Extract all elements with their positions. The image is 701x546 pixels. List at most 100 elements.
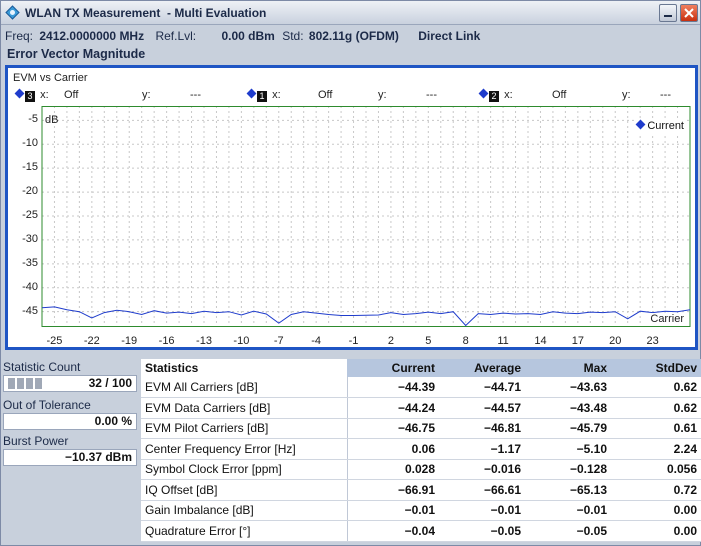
x-axis-label: Carrier (648, 313, 686, 325)
marker-x-label: x: (272, 89, 281, 101)
y-tick-label: -30 (22, 232, 38, 245)
marker-x-label: x: (504, 89, 513, 101)
x-tick-label: 8 (462, 335, 469, 347)
cell-average: −44.71 (439, 377, 525, 398)
marker-x-label: x: (40, 89, 49, 101)
marker-diamond-icon (478, 88, 489, 99)
cell-current: 0.06 (347, 438, 439, 460)
cell-max: −0.05 (525, 520, 611, 542)
cell-average: −0.016 (439, 459, 525, 480)
out-of-tolerance-value: 0.00 % (94, 414, 132, 428)
table-row: Gain Imbalance [dB] −0.01 −0.01 −0.01 0.00 (141, 500, 701, 521)
cell-stddev: 0.62 (611, 377, 701, 398)
x-tick-label: -7 (273, 335, 284, 347)
window-title: WLAN TX Measurement - Multi Evaluation (25, 6, 267, 20)
y-tick-label: -25 (22, 209, 38, 221)
table-row: EVM All Carriers [dB] −44.39 −44.71 −43.63 0… (141, 377, 701, 398)
cell-current: −0.01 (347, 500, 439, 521)
cell-name: EVM Pilot Carriers [dB] (141, 418, 348, 439)
x-tick-label: -25 (46, 335, 63, 347)
y-tick-label: -15 (22, 161, 38, 174)
x-tick-label: 23 (646, 335, 659, 347)
header-max: Max (525, 359, 611, 377)
cell-name: IQ Offset [dB] (141, 479, 348, 501)
chart-title: EVM vs Carrier (13, 72, 88, 84)
marker-bar: 3 x: Off y: --- 1 x: Off y: --- 2 x: Off… (8, 88, 695, 105)
cell-average: −0.01 (439, 500, 525, 521)
statistic-count-label: Statistic Count (3, 360, 81, 374)
statistic-progress-bar (8, 378, 44, 389)
marker-y-value: --- (426, 89, 437, 101)
application-window: WLAN TX Measurement - Multi Evaluation F… (0, 0, 701, 546)
table-row: EVM Pilot Carriers [dB] −46.75 −46.81 −45.7… (141, 418, 701, 439)
table-row: EVM Data Carriers [dB] −44.24 −44.57 −43.48… (141, 397, 701, 419)
cell-stddev: 0.72 (611, 479, 701, 501)
measurement-info-bar: Freq: 2412.0000000 MHz Ref.Lvl: 0.00 dBm… (5, 29, 480, 43)
table-row: IQ Offset [dB] −66.91 −66.61 −65.13 0.72 (141, 479, 701, 501)
table-row: Quadrature Error [°] −0.04 −0.05 −0.05 0.00 (141, 520, 701, 542)
cell-current: −66.91 (347, 479, 439, 501)
cell-max: −0.01 (525, 500, 611, 521)
y-tick-label: -5 (28, 113, 38, 126)
std-label: Std: (282, 29, 304, 43)
cell-name: Gain Imbalance [dB] (141, 500, 348, 521)
cell-average: −46.81 (439, 418, 525, 439)
cell-stddev: 0.61 (611, 418, 701, 439)
section-title: Error Vector Magnitude (7, 47, 146, 61)
cell-average: −1.17 (439, 438, 525, 460)
x-tick-label: 20 (609, 335, 622, 347)
x-tick-label: 11 (497, 335, 509, 347)
marker-y-label: y: (142, 89, 151, 101)
cell-stddev: 0.00 (611, 500, 701, 521)
cell-max: −5.10 (525, 438, 611, 460)
marker-3[interactable]: 3 x: Off y: --- (14, 88, 201, 102)
header-stddev: StdDev (611, 359, 701, 377)
marker-diamond-icon (14, 88, 25, 99)
cell-average: −44.57 (439, 397, 525, 419)
x-tick-label: -19 (121, 335, 138, 347)
close-icon (684, 8, 694, 18)
minimize-button[interactable] (659, 4, 677, 22)
header-average: Average (439, 359, 525, 377)
statistics-header-row: Statistics Current Average Max StdDev (141, 359, 701, 377)
x-tick-label: -10 (233, 335, 250, 347)
cell-name: Symbol Clock Error [ppm] (141, 459, 348, 480)
minimize-icon (664, 15, 672, 17)
marker-y-label: y: (378, 89, 387, 101)
cell-average: −0.05 (439, 520, 525, 542)
out-of-tolerance-box: 0.00 % (3, 413, 137, 430)
std-value: 802.11g (OFDM) (308, 29, 399, 43)
marker-1[interactable]: 1 x: Off y: --- (246, 88, 437, 102)
cell-current: −44.24 (347, 397, 439, 419)
marker-x-value: Off (318, 89, 333, 101)
title-bar[interactable]: WLAN TX Measurement - Multi Evaluation (1, 1, 700, 25)
marker-2[interactable]: 2 x: Off y: --- (478, 88, 671, 102)
x-tick-label: -1 (348, 335, 359, 347)
y-unit-label: dB (45, 114, 59, 126)
burst-power-label: Burst Power (3, 434, 69, 448)
y-tick-label: -40 (22, 280, 38, 293)
legend-label: Current (647, 120, 684, 132)
cell-stddev: 0.056 (611, 459, 701, 480)
legend-diamond-icon (635, 119, 646, 130)
x-tick-label: 2 (387, 335, 394, 347)
burst-power-value: −10.37 dBm (64, 450, 132, 464)
evm-chart-panel[interactable]: EVM vs Carrier 3 x: Off y: --- 1 x: Off … (5, 65, 698, 350)
cell-name: Center Frequency Error [Hz] (141, 438, 348, 460)
x-tick-label: 5 (425, 335, 432, 347)
y-tick-label: -35 (22, 256, 38, 269)
reflvl-label: Ref.Lvl: (155, 29, 197, 43)
link-mode: Direct Link (418, 29, 481, 43)
y-tick-label: -20 (22, 185, 38, 198)
cell-max: −0.128 (525, 459, 611, 480)
cell-current: −44.39 (347, 377, 439, 398)
marker-x-value: Off (64, 89, 79, 101)
out-of-tolerance-label: Out of Tolerance (3, 398, 91, 412)
marker-number: 1 (257, 91, 267, 102)
close-button[interactable] (680, 4, 698, 22)
header-statistics: Statistics (141, 359, 347, 377)
cell-stddev: 0.62 (611, 397, 701, 419)
evm-plot[interactable] (8, 106, 695, 350)
statistic-count-box: 32 / 100 (3, 375, 137, 392)
marker-number: 2 (489, 91, 499, 102)
